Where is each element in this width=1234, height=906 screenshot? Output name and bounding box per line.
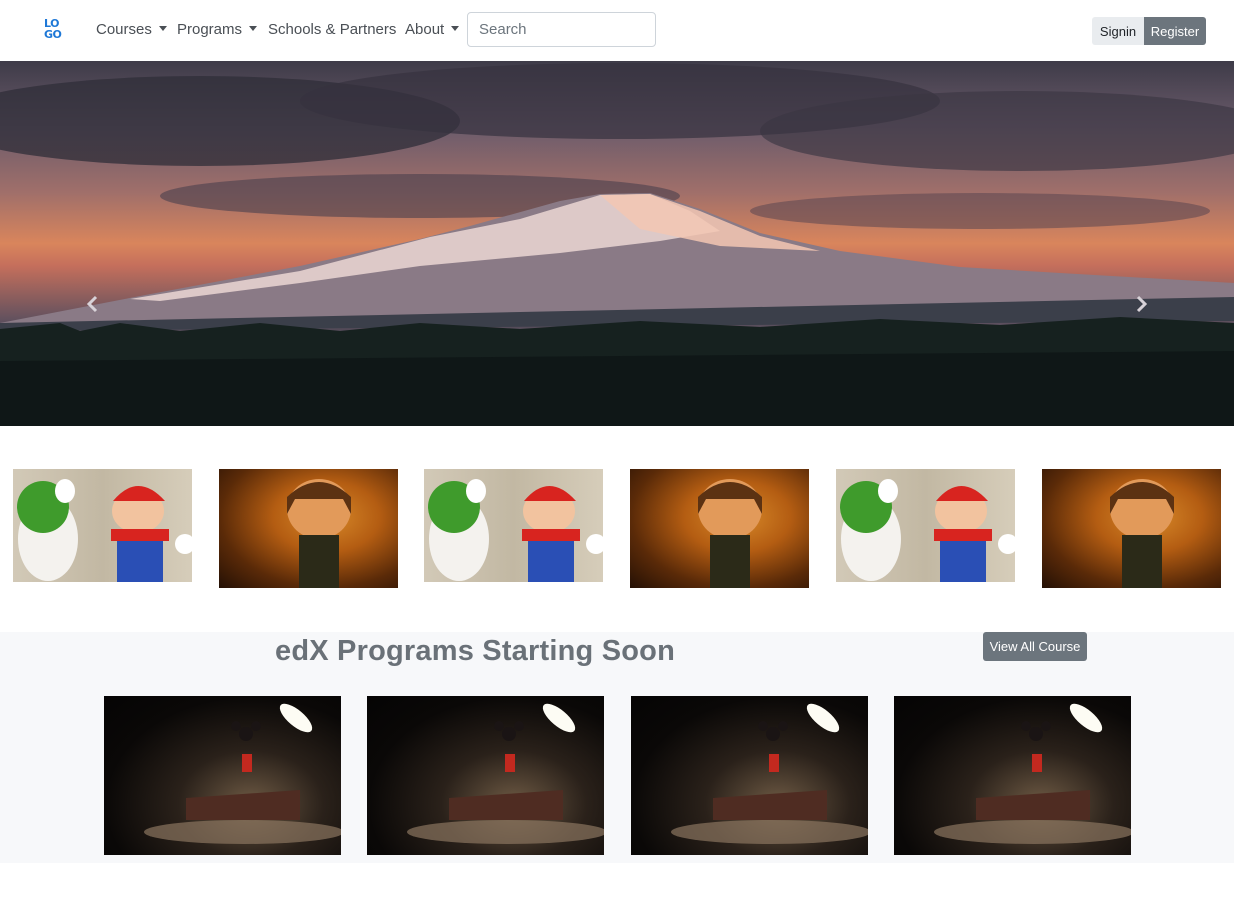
caret-down-icon: [158, 25, 167, 31]
mickey-piano-image: [407, 703, 604, 844]
hero-mountain-image: [0, 63, 1234, 426]
program-card[interactable]: [894, 696, 1131, 855]
nav-programs-label: Programs: [177, 21, 243, 38]
logo-text-bottom: GO: [44, 28, 62, 41]
nav-about[interactable]: About: [405, 20, 460, 40]
programs-title: edX Programs Starting Soon: [275, 635, 675, 667]
signin-button[interactable]: Signin: [1092, 17, 1144, 45]
search-input[interactable]: [467, 12, 656, 47]
mickey-piano-image: [934, 703, 1131, 844]
thumbnail-funko-figure[interactable]: [1042, 469, 1221, 588]
yoshi-mario-image: [428, 479, 603, 582]
thumbnail-yoshi-mario[interactable]: [836, 469, 1015, 582]
thumbnail-yoshi-mario[interactable]: [13, 469, 192, 582]
nav-about-label: About: [405, 21, 445, 38]
thumbnail-yoshi-mario[interactable]: [424, 469, 603, 582]
funko-figure-image: [287, 479, 351, 588]
funko-figure-image: [698, 479, 762, 588]
site-logo[interactable]: LO GO: [42, 18, 62, 42]
programs-section: edX Programs Starting Soon View All Cour…: [0, 632, 1234, 863]
nav-courses[interactable]: Courses: [96, 20, 167, 40]
register-button[interactable]: Register: [1144, 17, 1206, 45]
view-all-course-button[interactable]: View All Course: [983, 632, 1087, 661]
yoshi-mario-image: [840, 479, 1015, 582]
nav-schools-partners-label: Schools & Partners: [268, 21, 397, 38]
chevron-left-icon: [86, 295, 98, 313]
program-card[interactable]: [631, 696, 868, 855]
nav-programs[interactable]: Programs: [177, 20, 258, 40]
nav-courses-label: Courses: [96, 21, 152, 38]
mickey-piano-image: [671, 703, 868, 844]
thumbnail-funko-figure[interactable]: [630, 469, 809, 588]
caret-down-icon: [451, 25, 460, 31]
mickey-piano-image: [144, 703, 341, 844]
yoshi-mario-image: [17, 479, 192, 582]
chevron-right-icon: [1136, 295, 1148, 313]
top-navbar: LO GO Courses Programs Schools & Partner…: [0, 0, 1234, 60]
program-card[interactable]: [367, 696, 604, 855]
funko-figure-image: [1110, 479, 1174, 588]
nav-schools-partners[interactable]: Schools & Partners: [268, 20, 396, 40]
hero-carousel: [0, 61, 1234, 426]
thumbnail-funko-figure[interactable]: [219, 469, 398, 588]
caret-down-icon: [249, 25, 258, 31]
carousel-prev-button[interactable]: [84, 291, 108, 317]
program-card[interactable]: [104, 696, 341, 855]
carousel-next-button[interactable]: [1134, 291, 1158, 317]
